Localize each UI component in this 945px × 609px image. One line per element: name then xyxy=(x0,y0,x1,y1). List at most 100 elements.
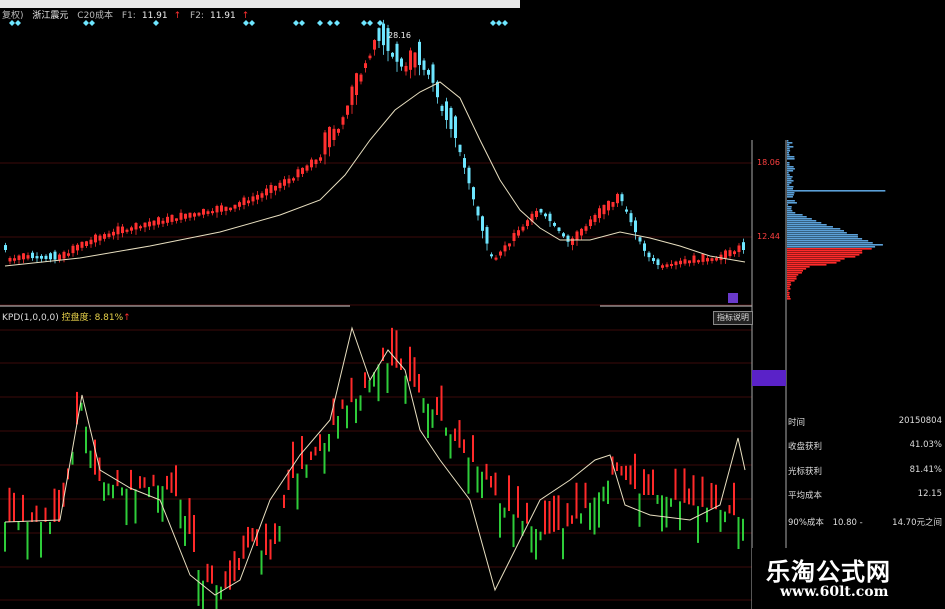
diamond-marker xyxy=(327,20,333,26)
cost-range-sep: - xyxy=(859,518,863,528)
profile-bar xyxy=(787,242,873,244)
candle-body xyxy=(22,253,25,260)
indicator-header: KPD(1,0,0,0) 控盘度: 8.81%↑ xyxy=(2,310,131,323)
cost-ma-line xyxy=(4,81,746,267)
profile-bar xyxy=(787,278,797,280)
candle-body xyxy=(589,219,592,227)
indicator-bar xyxy=(395,330,398,368)
indicator-bar xyxy=(166,475,168,490)
candle-body xyxy=(152,220,156,226)
candle-body xyxy=(544,213,547,217)
candle-body xyxy=(674,261,678,266)
info-row-close-profit: 收盘获利 41.03% xyxy=(788,440,942,454)
indicator-bar xyxy=(683,468,686,503)
profile-bar xyxy=(787,290,789,292)
indicator-bar xyxy=(265,523,267,555)
candle-body xyxy=(692,255,696,263)
indicator-bar xyxy=(359,395,362,411)
indicator-bar xyxy=(607,480,609,504)
indicator-bar xyxy=(733,482,735,516)
profile-bar xyxy=(787,252,863,254)
signal-markers xyxy=(9,20,508,26)
candle-body xyxy=(80,241,84,248)
indicator-explain-button[interactable]: 指标说明 xyxy=(713,311,753,325)
candle-body xyxy=(359,74,363,82)
indicator-bar xyxy=(85,426,87,454)
indicator-bar xyxy=(490,476,492,488)
candle-body xyxy=(643,243,646,251)
profile-bar xyxy=(787,218,812,220)
candle-body xyxy=(602,204,606,215)
profile-bar xyxy=(787,144,790,146)
candle-body xyxy=(211,211,214,214)
profile-bar xyxy=(787,162,790,164)
profile-bar xyxy=(787,262,837,264)
price-axis-label-low: 12.44 xyxy=(757,232,780,241)
candle-body xyxy=(625,209,628,212)
candle-body xyxy=(355,73,358,95)
candle-body xyxy=(328,126,331,148)
candle-body xyxy=(445,101,448,120)
candle-body xyxy=(449,107,453,129)
diamond-marker xyxy=(243,20,249,26)
candle-body xyxy=(526,220,529,226)
candle-body xyxy=(584,226,588,231)
candle-body xyxy=(26,255,30,259)
watermark-url: www.60lt.com xyxy=(780,584,889,600)
diamond-marker xyxy=(299,20,305,26)
candle-body xyxy=(341,117,345,125)
candle-body xyxy=(314,159,318,165)
indicator-bar xyxy=(391,327,393,366)
candle-body xyxy=(256,194,259,200)
candlestick-series xyxy=(4,19,745,270)
profile-bar xyxy=(787,240,869,242)
candle-body xyxy=(521,226,525,231)
indicator-bar xyxy=(206,563,209,583)
profile-bar xyxy=(787,250,863,252)
candle-body xyxy=(440,105,444,111)
candle-body xyxy=(728,250,732,257)
candle-body xyxy=(539,209,543,213)
candle-body xyxy=(107,233,111,237)
profile-bar xyxy=(787,256,856,258)
profile-bar xyxy=(787,282,791,284)
profile-bar xyxy=(787,178,792,180)
indicator-bar xyxy=(485,463,488,480)
profile-bar xyxy=(787,190,886,192)
indicator-bar xyxy=(35,505,38,522)
profile-bar xyxy=(787,228,841,230)
candle-body xyxy=(157,217,160,225)
profile-bar xyxy=(787,172,789,174)
candle-body xyxy=(193,213,196,217)
candle-body xyxy=(296,169,300,178)
indicator-bar xyxy=(364,372,366,388)
candle-body xyxy=(170,214,174,222)
diamond-marker xyxy=(293,20,299,26)
indicator-bar xyxy=(634,453,636,489)
indicator-bar xyxy=(211,565,213,584)
volume-profile xyxy=(787,140,886,300)
candle-body xyxy=(535,210,538,217)
profile-bar xyxy=(787,186,794,188)
candle-body xyxy=(548,213,552,222)
profile-bar xyxy=(787,210,793,212)
profile-bar xyxy=(787,280,795,282)
diamond-marker xyxy=(334,20,340,26)
indicator-name: KPD(1,0,0,0) xyxy=(2,313,59,323)
candle-body xyxy=(125,229,129,232)
indicator-bar xyxy=(530,526,533,553)
profile-bar xyxy=(787,236,858,238)
indicator-bar xyxy=(49,522,51,535)
profile-bar xyxy=(787,238,863,240)
indicator-bar xyxy=(139,476,141,489)
indicator-bar xyxy=(661,495,663,532)
info-value: 20150804 xyxy=(898,416,942,426)
profile-bar xyxy=(787,200,795,202)
candle-body xyxy=(44,255,48,259)
profile-bar xyxy=(787,246,876,248)
candle-body xyxy=(206,211,210,214)
candle-body xyxy=(251,196,255,202)
indicator-bar xyxy=(458,420,461,448)
indicator-bar xyxy=(368,380,371,393)
indicator-bar xyxy=(728,505,731,514)
